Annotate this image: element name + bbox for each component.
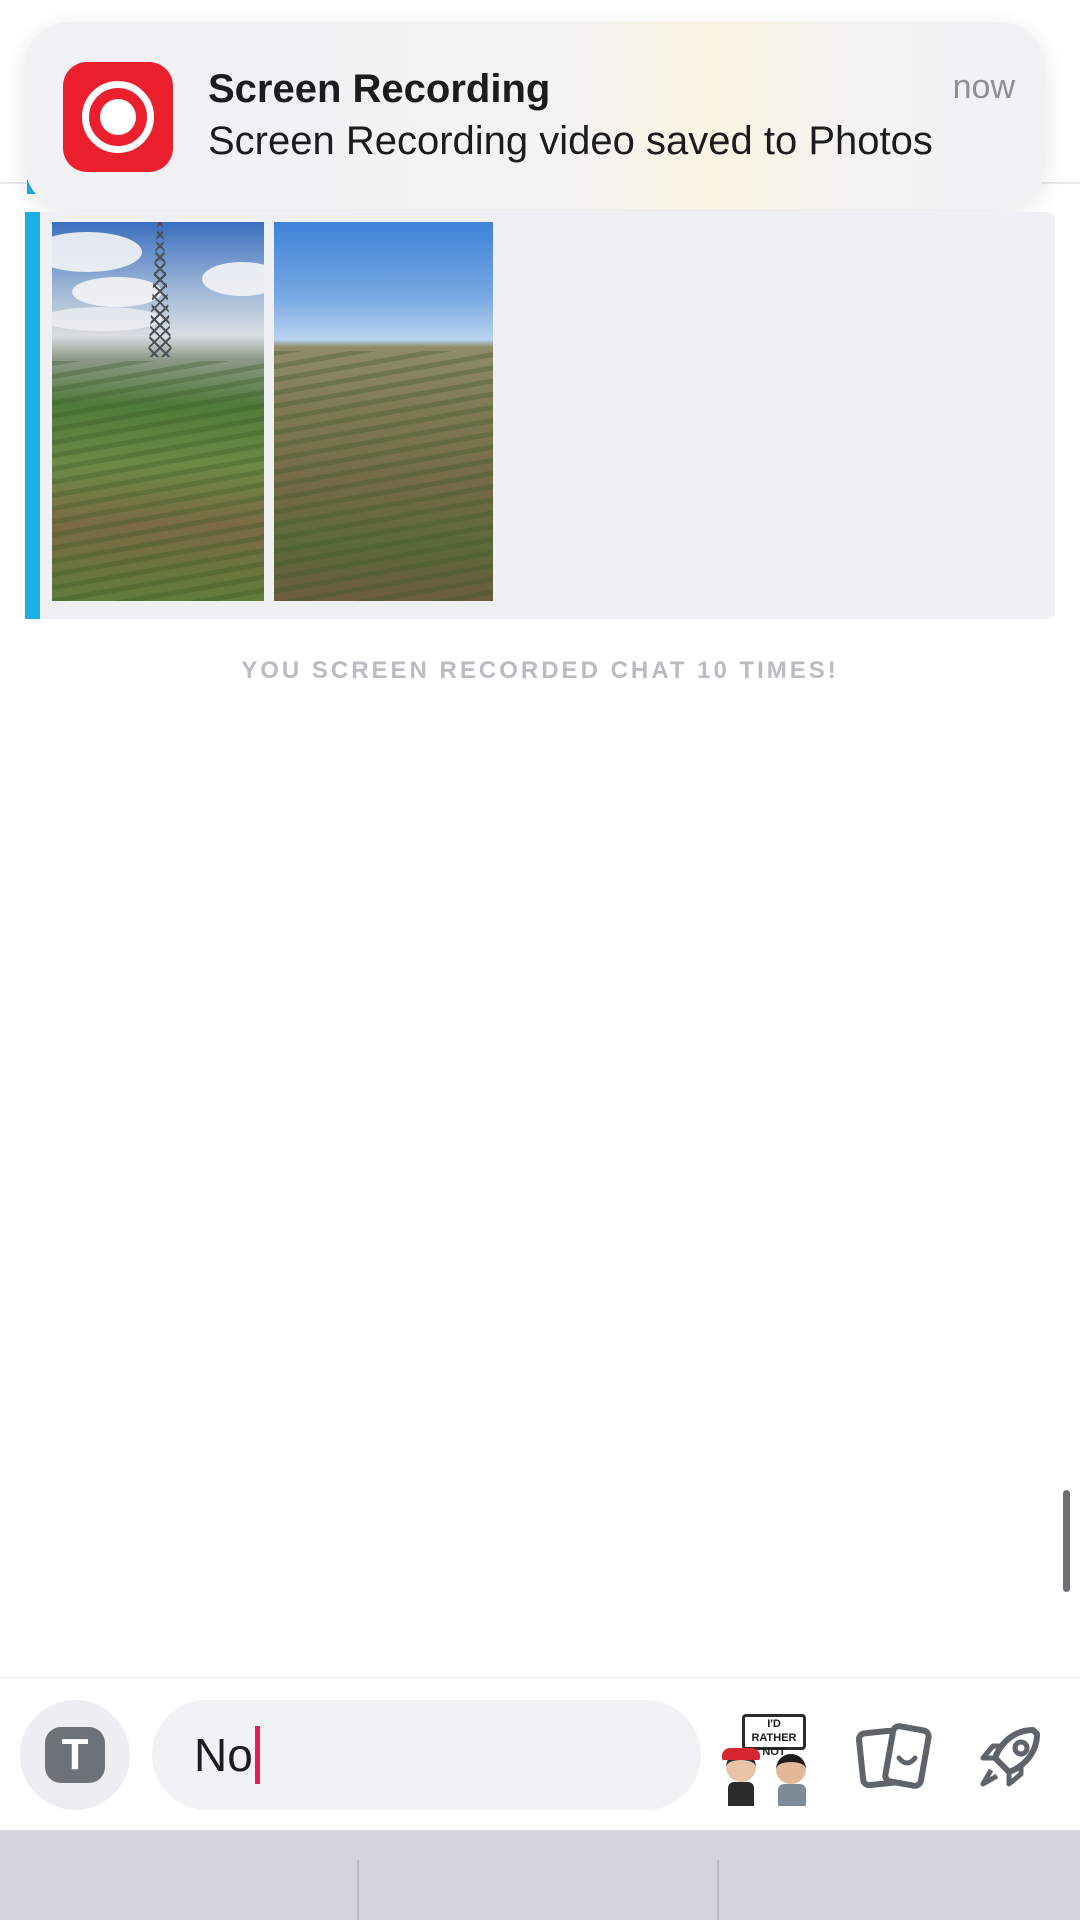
- chat-input-value: No: [194, 1729, 253, 1781]
- grass-texture: [274, 351, 493, 601]
- media-thumbnail-2[interactable]: [274, 222, 493, 601]
- games-button[interactable]: [970, 1718, 1052, 1798]
- screen-recording-icon: [63, 62, 173, 172]
- memories-icon: [855, 1723, 932, 1789]
- cloud-shape: [72, 277, 162, 307]
- bitmoji-body-right: [778, 1784, 806, 1806]
- text-icon: T: [45, 1727, 105, 1783]
- bitmoji-sticker-button[interactable]: I'D RATHER NOT: [722, 1710, 824, 1806]
- text-caret: [254, 1726, 260, 1784]
- grass-texture: [52, 361, 264, 601]
- bitmoji-sign: I'D RATHER NOT: [742, 1714, 806, 1758]
- chat-input[interactable]: No: [152, 1700, 701, 1810]
- scrollbar[interactable]: [1063, 1490, 1070, 1592]
- bitmoji-avatar-right: [776, 1754, 806, 1784]
- notification-time: now: [952, 68, 1015, 106]
- composer-divider: [0, 1677, 1080, 1678]
- bitmoji-hat: [722, 1748, 760, 1760]
- text-toggle-button[interactable]: T: [20, 1700, 130, 1810]
- screen-recording-notification[interactable]: Screen Recording Screen Recording video …: [25, 22, 1045, 209]
- bitmoji-body-left: [728, 1782, 754, 1806]
- keyboard-divider: [717, 1860, 719, 1920]
- notification-body: Screen Recording video saved to Photos: [208, 119, 933, 163]
- cloud-shape: [202, 262, 264, 296]
- cloud-shape: [52, 307, 162, 331]
- notification-title: Screen Recording: [208, 67, 551, 111]
- message-sender-bar: [25, 212, 40, 619]
- keyboard-suggestion-bar: [0, 1830, 1080, 1920]
- screen-record-notice: YOU SCREEN RECORDED CHAT 10 TIMES!: [241, 657, 839, 684]
- keyboard-divider: [357, 1860, 359, 1920]
- record-dot: [100, 99, 136, 135]
- rocket-icon: [980, 1727, 1040, 1787]
- cloud-shape: [52, 232, 142, 272]
- memories-button[interactable]: [852, 1718, 934, 1798]
- media-thumbnail-1[interactable]: [52, 222, 264, 601]
